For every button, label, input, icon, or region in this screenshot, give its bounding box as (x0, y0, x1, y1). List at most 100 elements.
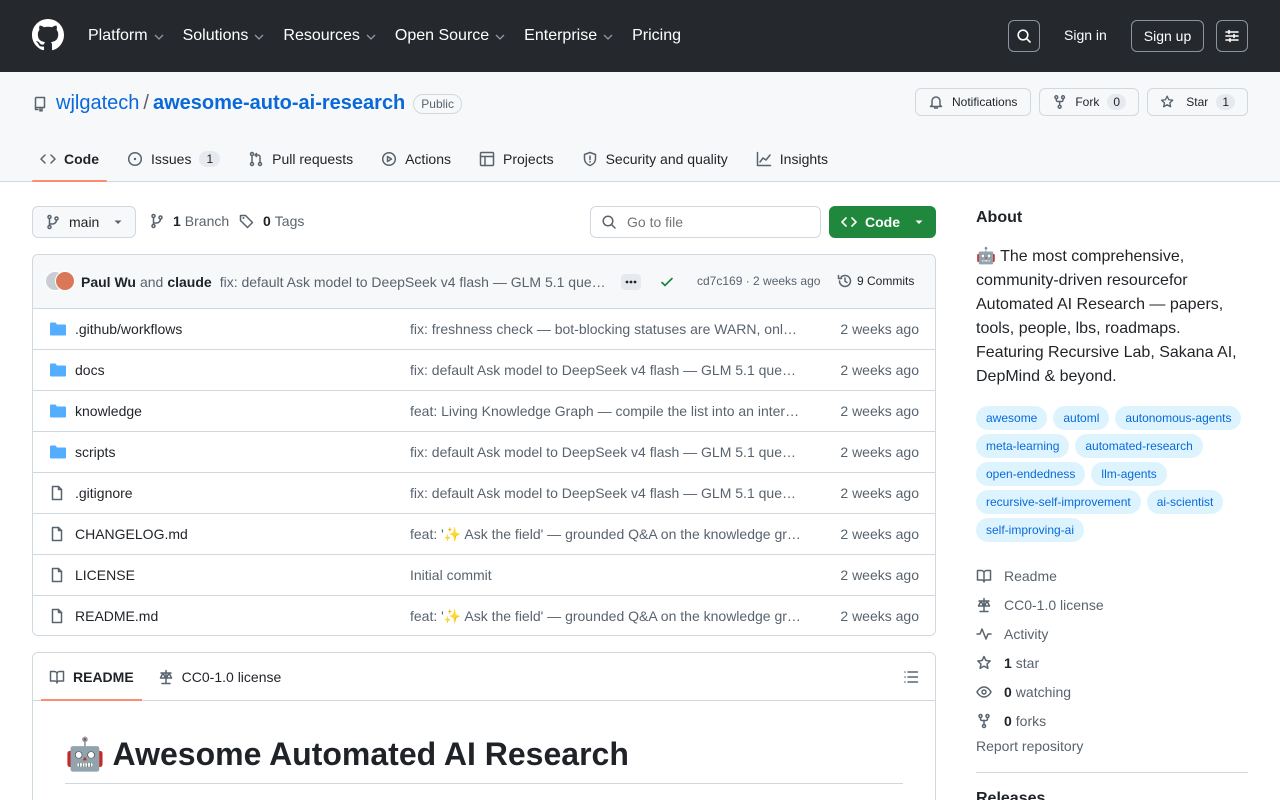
topic-tag[interactable]: ai-scientist (1146, 490, 1224, 514)
expand-commit-button[interactable] (621, 274, 641, 290)
header-settings-button[interactable] (1216, 20, 1248, 52)
topic-tag[interactable]: llm-agents (1091, 462, 1167, 486)
file-date: 2 weeks ago (840, 526, 919, 542)
tags-link[interactable]: 0 Tags (239, 213, 304, 229)
readme-link-label: Readme (1004, 567, 1057, 584)
license-link[interactable]: CC0-1.0 license (976, 590, 1104, 619)
nav-resources[interactable]: Resources (283, 27, 376, 45)
topic-tag[interactable]: recursive-self-improvement (976, 490, 1141, 514)
graph-icon (756, 151, 772, 167)
commit-author[interactable]: Paul Wu (81, 274, 136, 290)
sign-in-link[interactable]: Sign in (1064, 27, 1107, 43)
go-to-file-input[interactable] (627, 214, 807, 230)
file-commit-message[interactable]: fix: default Ask model to DeepSeek v4 fl… (410, 485, 802, 501)
branch-icon (151, 213, 163, 229)
branch-select[interactable]: main (32, 206, 136, 238)
repo-header: wjlgatech / awesome-auto-ai-research Pub… (0, 72, 1280, 182)
tab-security[interactable]: Security and quality (574, 136, 736, 182)
topic-tag[interactable]: automated-research (1075, 434, 1203, 458)
commit-coauthor[interactable]: claude (167, 274, 211, 290)
watching-link[interactable]: 0 watching (976, 677, 1104, 706)
tab-pull-requests[interactable]: Pull requests (240, 136, 361, 182)
repo-owner-link[interactable]: wjlgatech (56, 92, 139, 115)
file-name[interactable]: README.md (75, 608, 158, 624)
tab-code[interactable]: Code (32, 136, 107, 182)
report-repository-link[interactable]: Report repository (976, 738, 1083, 754)
file-commit-message[interactable]: fix: default Ask model to DeepSeek v4 fl… (410, 444, 802, 460)
releases-heading[interactable]: Releases (976, 790, 1045, 800)
file-date: 2 weeks ago (840, 567, 919, 583)
table-row: docs fix: default Ask model to DeepSeek v… (33, 350, 935, 391)
file-commit-message[interactable]: feat: Living Knowledge Graph — compile t… (410, 403, 802, 419)
header-search-button[interactable] (1008, 20, 1040, 52)
nav-platform[interactable]: Platform (88, 27, 165, 45)
star-button[interactable]: Star 1 (1147, 88, 1248, 116)
commits-history-link[interactable]: 9 Commits (837, 273, 914, 289)
law-icon (977, 597, 991, 612)
tab-insights[interactable]: Insights (748, 136, 836, 182)
commit-avatars[interactable] (45, 270, 75, 293)
tab-projects[interactable]: Projects (471, 136, 562, 182)
topic-tag[interactable]: awesome (976, 406, 1048, 430)
file-name[interactable]: LICENSE (75, 567, 135, 583)
file-icon (51, 485, 63, 501)
pull-request-icon (249, 151, 263, 167)
fork-button[interactable]: Fork 0 (1039, 88, 1139, 116)
file-name[interactable]: knowledge (75, 403, 142, 419)
branches-link[interactable]: 1 Branch (149, 213, 229, 229)
stars-link[interactable]: 1 star (976, 648, 1104, 677)
commit-sha-date[interactable]: cd7c169 · 2 weeks ago (697, 274, 820, 288)
file-name[interactable]: scripts (75, 444, 115, 460)
activity-link[interactable]: Activity (976, 619, 1104, 648)
code-button[interactable]: Code (829, 206, 936, 238)
topic-tag[interactable]: autonomous-agents (1115, 406, 1242, 430)
file-commit-message[interactable]: feat: '✨ Ask the field' — grounded Q&A o… (410, 526, 802, 543)
tab-projects-label: Projects (503, 151, 554, 167)
topic-tag[interactable]: self-improving-ai (976, 518, 1085, 542)
nav-solutions[interactable]: Solutions (183, 27, 266, 45)
table-row: CHANGELOG.md feat: '✨ Ask the field' — gr… (33, 514, 935, 555)
tab-issues-label: Issues (151, 151, 192, 167)
topic-tag[interactable]: automl (1053, 406, 1110, 430)
repo-name-link[interactable]: awesome-auto-ai-research (153, 92, 405, 115)
tab-license[interactable]: CC0-1.0 license (150, 653, 290, 700)
go-to-file[interactable] (590, 206, 821, 238)
check-icon[interactable] (659, 274, 675, 290)
file-name[interactable]: CHANGELOG.md (75, 526, 188, 542)
github-logo-icon[interactable] (32, 19, 64, 51)
file-name[interactable]: .github/workflows (75, 321, 182, 337)
top-nav: Platform Solutions Resources Open Source… (88, 0, 699, 72)
branch-name: main (69, 214, 100, 230)
tab-issues[interactable]: Issues 1 (119, 136, 228, 182)
tab-readme[interactable]: README (41, 653, 142, 701)
repo-icon (34, 96, 46, 112)
tab-actions[interactable]: Actions (373, 136, 459, 182)
sidebar-divider (976, 772, 1248, 773)
file-commit-message[interactable]: Initial commit (410, 567, 802, 583)
caret-down-icon (114, 220, 122, 224)
forks-link[interactable]: 0 forks (976, 706, 1104, 735)
search-icon (602, 215, 616, 229)
sign-up-button[interactable]: Sign up (1131, 20, 1204, 52)
notifications-button[interactable]: Notifications (915, 88, 1031, 116)
file-name[interactable]: docs (75, 362, 105, 378)
nav-open-source[interactable]: Open Source (395, 27, 506, 45)
nav-open-source-label: Open Source (394, 27, 490, 44)
file-commit-message[interactable]: fix: default Ask model to DeepSeek v4 fl… (410, 362, 802, 378)
topic-tag[interactable]: open-endedness (976, 462, 1086, 486)
file-commit-message[interactable]: feat: '✨ Ask the field' — grounded Q&A o… (410, 608, 802, 625)
commit-message[interactable]: fix: default Ask model to DeepSeek v4 fl… (220, 274, 610, 290)
topic-tag[interactable]: meta-learning (976, 434, 1070, 458)
nav-pricing[interactable]: Pricing (632, 27, 681, 45)
nav-enterprise[interactable]: Enterprise (524, 27, 614, 45)
watching-count: 0 (1004, 683, 1012, 700)
file-date: 2 weeks ago (840, 485, 919, 501)
tab-actions-label: Actions (405, 151, 452, 167)
readme-heading: 🤖 Awesome Automated AI Research (65, 735, 903, 784)
file-name[interactable]: .gitignore (75, 485, 133, 501)
file-commit-message[interactable]: fix: freshness check — bot-blocking stat… (410, 321, 802, 337)
readme-link[interactable]: Readme (976, 561, 1104, 590)
list-outline-icon[interactable] (903, 669, 919, 685)
law-icon (159, 669, 172, 684)
tag-count: 0 (263, 213, 271, 229)
